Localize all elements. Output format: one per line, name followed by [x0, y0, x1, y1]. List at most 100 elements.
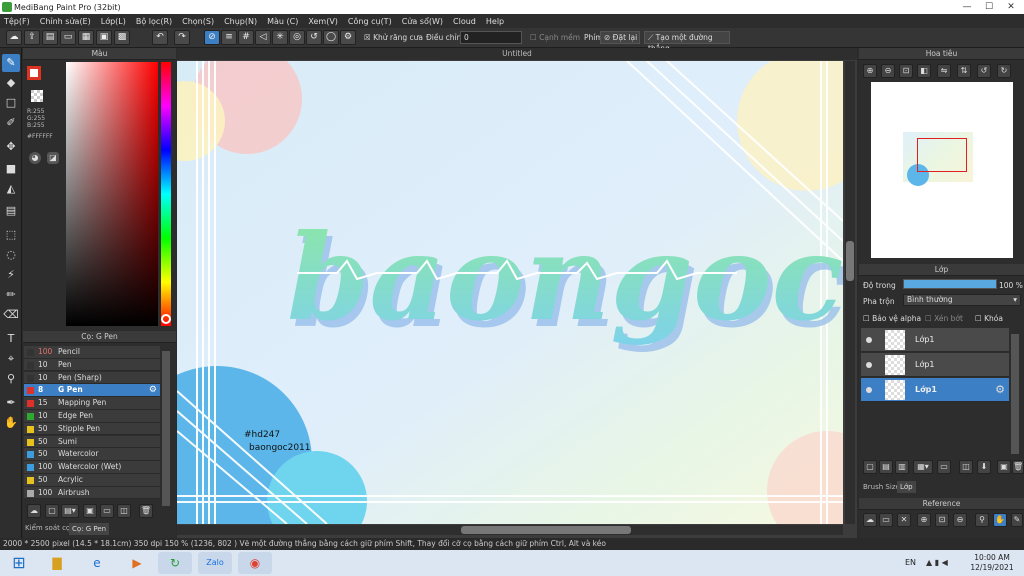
select-tool-icon[interactable]: ⬚	[2, 226, 20, 244]
app-icon-green[interactable]: ↻	[158, 552, 192, 574]
snap-icon[interactable]: ▣	[96, 30, 112, 45]
merge-layer-icon[interactable]: ⬇	[977, 460, 991, 474]
brush-item[interactable]: 8 G Pen ⚙	[24, 384, 160, 398]
hue-slider[interactable]	[161, 62, 171, 326]
reference-hand-icon[interactable]: ✋	[993, 513, 1007, 527]
reference-open-icon[interactable]: ▭	[879, 513, 893, 527]
brush-item[interactable]: 50 Watercolor	[24, 448, 160, 462]
fit-icon[interactable]: ⊡	[899, 64, 913, 78]
brush-item[interactable]: 10 Edge Pen	[24, 410, 160, 423]
brush-item[interactable]: 100 Watercolor (Wet)	[24, 461, 160, 474]
parallel-snap-icon[interactable]: ≡	[221, 30, 237, 45]
radial-snap-icon[interactable]: ✳	[272, 30, 288, 45]
brush-tool-icon[interactable]: ✎	[2, 54, 20, 72]
tab-brush-gpen[interactable]: Cọ: G Pen	[69, 523, 110, 535]
alpha-protect-checkbox[interactable]: ☐ Bảo vệ alpha	[863, 314, 921, 323]
new-halftone-layer-icon[interactable]: ▤	[879, 460, 893, 474]
blend-select[interactable]: Bình thường ▾	[903, 294, 1021, 306]
tray-icons[interactable]: ▲ ▮ ◀	[926, 558, 948, 567]
new-layer-icon[interactable]: ▢	[863, 460, 877, 474]
menu-color[interactable]: Màu (C)	[267, 17, 298, 26]
zoom-in-icon[interactable]: ⊕	[863, 64, 877, 78]
add-layer-menu-icon[interactable]: ▦▾	[913, 460, 933, 474]
flip-icon[interactable]: ⇋	[937, 64, 951, 78]
brush-item[interactable]: 100 Airbrush	[24, 486, 160, 500]
clock-time[interactable]: 10:00 AM	[974, 553, 1010, 562]
undo-icon[interactable]: ↶	[152, 30, 168, 45]
ie-icon[interactable]: e	[80, 552, 114, 574]
gradient-tool-icon[interactable]: ▤	[2, 202, 20, 220]
reference-edit-icon[interactable]: ✎	[1011, 513, 1023, 527]
duplicate-layer-icon[interactable]: ◫	[959, 460, 973, 474]
reset-button[interactable]: ⊘ Đặt lại	[600, 31, 640, 44]
folder-brush-icon[interactable]: ▭	[100, 504, 114, 518]
select-pen-icon[interactable]: ✏	[2, 286, 20, 304]
reference-fit-icon[interactable]: ⊡	[935, 513, 949, 527]
document-tab[interactable]: Untitled	[177, 48, 857, 60]
navigator-preview[interactable]	[871, 82, 1013, 258]
brush-item[interactable]: 15 Mapping Pen	[24, 397, 160, 410]
cloud-icon[interactable]: ☁	[6, 30, 22, 45]
background-color[interactable]	[31, 90, 43, 102]
menu-cloud[interactable]: Cloud	[453, 17, 476, 26]
lasso-tool-icon[interactable]: ◌	[2, 246, 20, 264]
horizontal-scroll-thumb[interactable]	[461, 526, 631, 534]
clipping-checkbox[interactable]: ☐ Xén bớt	[925, 314, 963, 323]
close-button[interactable]: ✕	[1000, 0, 1022, 14]
text-tool-icon[interactable]: T	[2, 330, 20, 348]
lock-checkbox[interactable]: ☐ Khóa	[975, 314, 1003, 323]
grid-icon[interactable]: ▦	[78, 30, 94, 45]
gear-icon[interactable]: ⚙	[995, 383, 1005, 396]
zoom-out-icon[interactable]: ⊖	[881, 64, 895, 78]
vertical-scroll-thumb[interactable]	[846, 241, 854, 281]
menu-help[interactable]: Help	[486, 17, 504, 26]
reference-close-icon[interactable]: ✕	[897, 513, 911, 527]
rotate-left-icon[interactable]: ↺	[977, 64, 991, 78]
hand-pen-icon[interactable]: ✒	[2, 394, 20, 412]
antialias-checkbox[interactable]: ☒ Khử răng cưa	[364, 33, 423, 42]
adjust-select[interactable]: 0	[460, 31, 522, 44]
drawing-canvas[interactable]: baongoc baongoc #hd247 baongoc2011	[177, 61, 843, 524]
foreground-color[interactable]	[27, 66, 41, 80]
menu-file[interactable]: Tệp(F)	[4, 17, 30, 26]
reference-zoom-in-icon[interactable]: ⊕	[917, 513, 931, 527]
rotate-right-icon[interactable]: ↻	[997, 64, 1011, 78]
color-history-icon[interactable]: ◪	[47, 152, 59, 164]
layer-row[interactable]: Lớp1	[861, 328, 1009, 352]
horizontal-scrollbar[interactable]	[177, 525, 843, 535]
shape-tool-icon[interactable]: ■	[2, 160, 20, 178]
comment-icon[interactable]: ▭	[60, 30, 76, 45]
clock-date[interactable]: 12/19/2021	[970, 563, 1014, 572]
palette-icon[interactable]: ◕	[29, 152, 41, 164]
saturation-value-picker[interactable]	[66, 62, 158, 326]
minimize-button[interactable]: —	[956, 0, 978, 14]
brush-item[interactable]: 50 Stipple Pen	[24, 422, 160, 436]
layer-folder-icon[interactable]: ▭	[937, 460, 951, 474]
make-line-button[interactable]: ⟋ Tạo một đường thẳng	[644, 31, 730, 53]
cross-snap-icon[interactable]: #	[238, 30, 254, 45]
reference-cloud-icon[interactable]: ☁	[863, 513, 877, 527]
brush-item[interactable]: 50 Acrylic	[24, 474, 160, 487]
menu-window[interactable]: Cửa sổ(W)	[402, 17, 443, 26]
soft-edge-checkbox[interactable]: ☐ Cạnh mềm	[530, 33, 580, 42]
language-indicator[interactable]: EN	[905, 558, 916, 567]
eyedropper-icon[interactable]: ⚲	[2, 370, 20, 388]
brush-item[interactable]: 100 Pencil	[24, 346, 160, 359]
cloud-brush-icon[interactable]: ☁	[27, 504, 41, 518]
menu-select[interactable]: Chọn(S)	[182, 17, 214, 26]
menu-view[interactable]: Xem(V)	[308, 17, 338, 26]
vertical-scrollbar[interactable]	[845, 61, 855, 524]
brush-item[interactable]: 10 Pen (Sharp)	[24, 371, 160, 385]
reference-zoom-out-icon[interactable]: ⊖	[953, 513, 967, 527]
maximize-button[interactable]: ☐	[978, 0, 1000, 14]
start-button[interactable]: ⊞	[2, 552, 36, 574]
layer-settings-icon[interactable]: ▣	[997, 460, 1011, 474]
add-brush-icon[interactable]: ▤▾	[61, 504, 79, 518]
pen-tool-icon[interactable]: ✐	[2, 114, 20, 132]
move-tool-icon[interactable]: ✥	[2, 138, 20, 156]
flip-vertical-icon[interactable]: ⇅	[957, 64, 971, 78]
layer-scrollbar[interactable]	[1011, 334, 1019, 454]
new-brush-icon[interactable]: ▢	[45, 504, 59, 518]
explorer-icon[interactable]: ▇	[40, 552, 74, 574]
duplicate-brush-icon[interactable]: ◫	[117, 504, 131, 518]
